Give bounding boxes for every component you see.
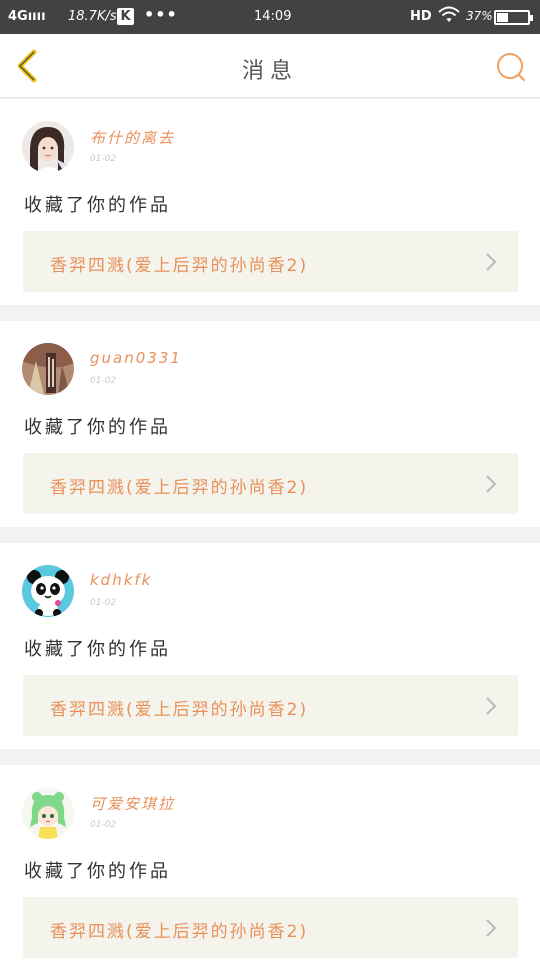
avatar[interactable]: [22, 565, 74, 617]
avatar[interactable]: [22, 121, 74, 173]
message-action: 收藏了你的作品: [24, 417, 171, 438]
message-list: 布什的离去 01-02 收藏了你的作品 香羿四溅(爱上后羿的孙尚香2) guan…: [0, 99, 540, 960]
signal-indicator: 4Gıııı: [8, 9, 46, 24]
chevron-right-icon: [486, 253, 497, 271]
message-action: 收藏了你的作品: [24, 639, 171, 660]
battery-percent: 37%: [466, 9, 493, 23]
message-action: 收藏了你的作品: [24, 195, 171, 216]
work-title: 香羿四溅(爱上后羿的孙尚香2): [50, 478, 309, 498]
message-date: 01-02: [90, 376, 117, 386]
work-link[interactable]: 香羿四溅(爱上后羿的孙尚香2): [23, 897, 518, 958]
work-link[interactable]: 香羿四溅(爱上后羿的孙尚香2): [23, 453, 518, 514]
message-card: 布什的离去 01-02 收藏了你的作品 香羿四溅(爱上后羿的孙尚香2): [0, 99, 540, 305]
network-speed: 18.7K/s: [68, 9, 117, 24]
avatar[interactable]: [22, 343, 74, 395]
message-action: 收藏了你的作品: [24, 861, 171, 882]
search-button[interactable]: [492, 48, 532, 88]
hd-indicator: HD: [410, 9, 432, 24]
wifi-icon: [438, 6, 460, 28]
work-link[interactable]: 香羿四溅(爱上后羿的孙尚香2): [23, 231, 518, 292]
message-card: kdhkfk 01-02 收藏了你的作品 香羿四溅(爱上后羿的孙尚香2): [0, 543, 540, 749]
page-title: 消息: [241, 59, 298, 84]
battery-fill: [497, 13, 509, 22]
battery-icon: [494, 10, 533, 25]
message-date: 01-02: [90, 820, 117, 830]
more-notifications-icon: •••: [144, 5, 178, 24]
chevron-right-icon: [486, 475, 497, 493]
work-title: 香羿四溅(爱上后羿的孙尚香2): [50, 700, 309, 720]
avatar[interactable]: [22, 787, 74, 839]
username[interactable]: 布什的离去: [90, 127, 175, 148]
message-card: 可爱安琪拉 01-02 收藏了你的作品 香羿四溅(爱上后羿的孙尚香2): [0, 765, 540, 960]
work-title: 香羿四溅(爱上后羿的孙尚香2): [50, 922, 309, 942]
nav-bar: 消息: [0, 34, 540, 98]
chevron-right-icon: [486, 697, 497, 715]
message-date: 01-02: [90, 154, 117, 164]
username[interactable]: guan0331: [90, 349, 182, 367]
work-title: 香羿四溅(爱上后羿的孙尚香2): [50, 256, 309, 276]
message-card: guan0331 01-02 收藏了你的作品 香羿四溅(爱上后羿的孙尚香2): [0, 321, 540, 527]
username[interactable]: 可爱安琪拉: [90, 793, 175, 814]
status-bar: 4Gıııı 18.7K/s K ••• 14:09 HD 37%: [0, 0, 540, 34]
username[interactable]: kdhkfk: [90, 571, 152, 589]
message-date: 01-02: [90, 598, 117, 608]
chevron-right-icon: [486, 919, 497, 937]
clock: 14:09: [254, 9, 292, 24]
search-icon: [497, 53, 525, 81]
work-link[interactable]: 香羿四溅(爱上后羿的孙尚香2): [23, 675, 518, 736]
k-app-icon: K: [117, 8, 134, 25]
